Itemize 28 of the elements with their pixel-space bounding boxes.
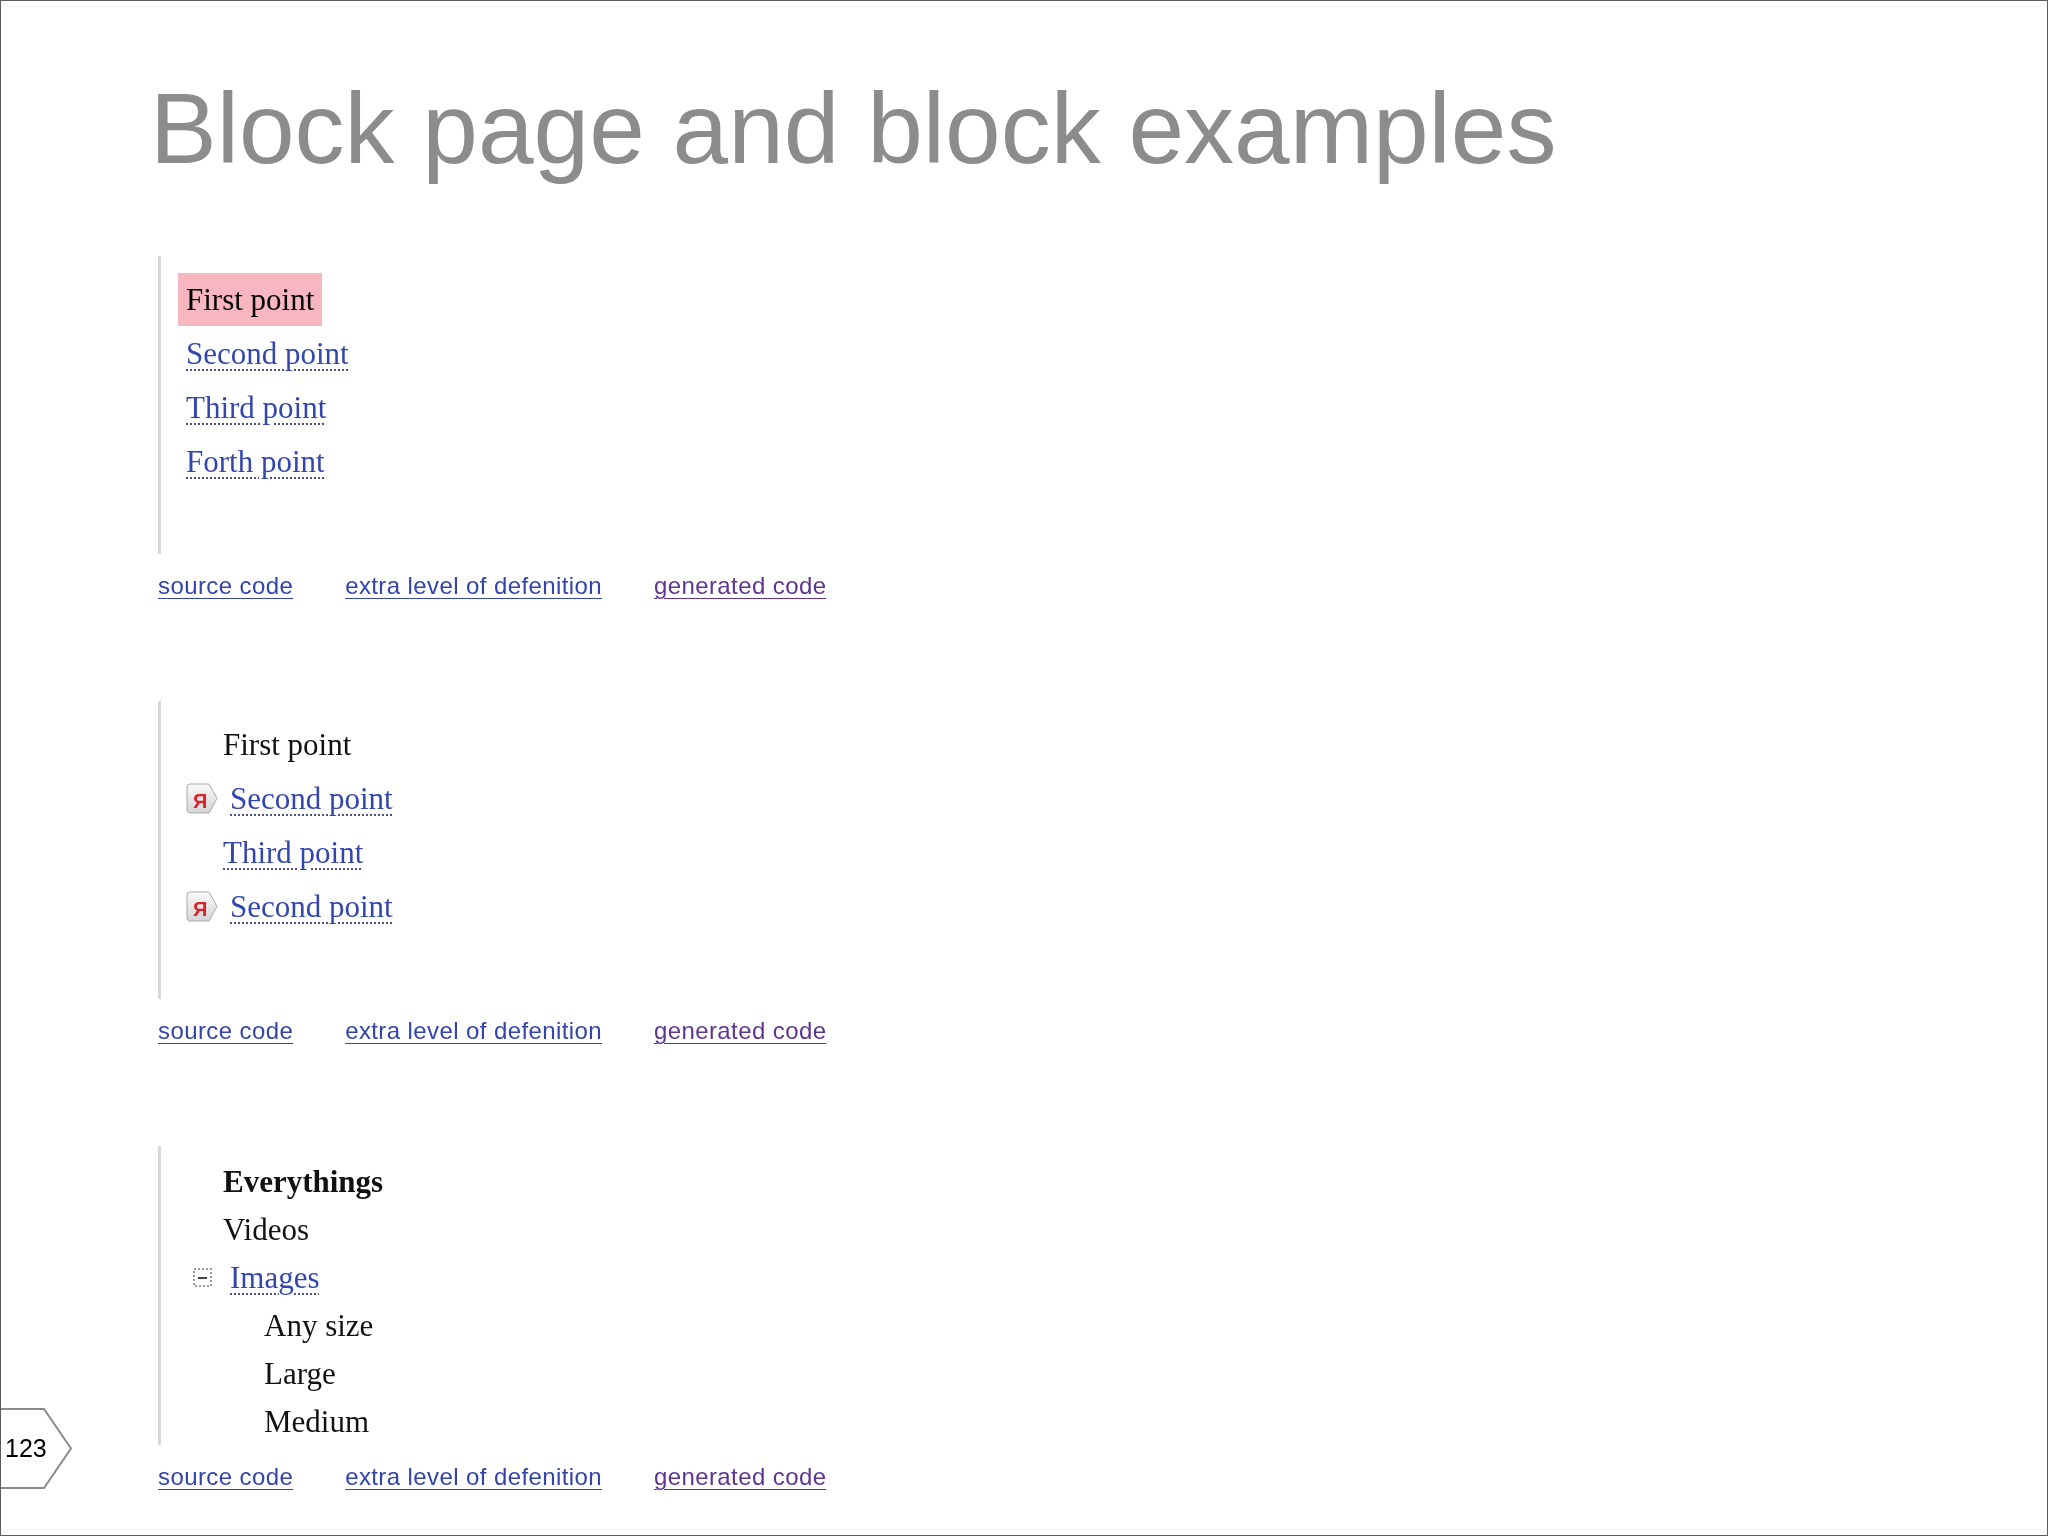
code-link[interactable]: extra level of defenition	[345, 1462, 602, 1492]
item-link[interactable]: Images	[230, 1258, 320, 1296]
code-link[interactable]: generated code	[654, 1016, 827, 1046]
slide-number-flag: 123	[1, 1408, 72, 1489]
letter-tag-icon: Я	[186, 782, 218, 814]
item-link[interactable]: Second point	[230, 887, 393, 925]
letter-tag-icon: Я	[186, 890, 218, 922]
code-link[interactable]: extra level of defenition	[345, 1016, 602, 1046]
slide-title: Block page and block examples	[150, 71, 1557, 186]
list-item: Medium	[264, 1402, 370, 1440]
code-link[interactable]: source code	[158, 1016, 294, 1046]
code-link[interactable]: extra level of defenition	[345, 571, 602, 601]
list-item: Videos	[223, 1210, 309, 1248]
item-link[interactable]: Third point	[223, 833, 364, 871]
list-item: Everythings	[223, 1162, 384, 1200]
item-link[interactable]: Third point	[186, 388, 327, 426]
code-link[interactable]: source code	[158, 1462, 294, 1492]
highlighted-item: First point	[178, 272, 323, 326]
item-link[interactable]: Second point	[186, 334, 349, 372]
item-link[interactable]: Second point	[230, 779, 393, 817]
code-link[interactable]: source code	[158, 571, 294, 601]
list-item: Any size	[264, 1306, 374, 1344]
item-link[interactable]: Forth point	[186, 442, 325, 480]
minus-box-icon[interactable]	[193, 1267, 212, 1287]
list-item: Large	[264, 1354, 336, 1392]
code-link[interactable]: generated code	[654, 571, 827, 601]
code-link[interactable]: generated code	[654, 1462, 827, 1492]
list-item: First point	[223, 725, 352, 763]
